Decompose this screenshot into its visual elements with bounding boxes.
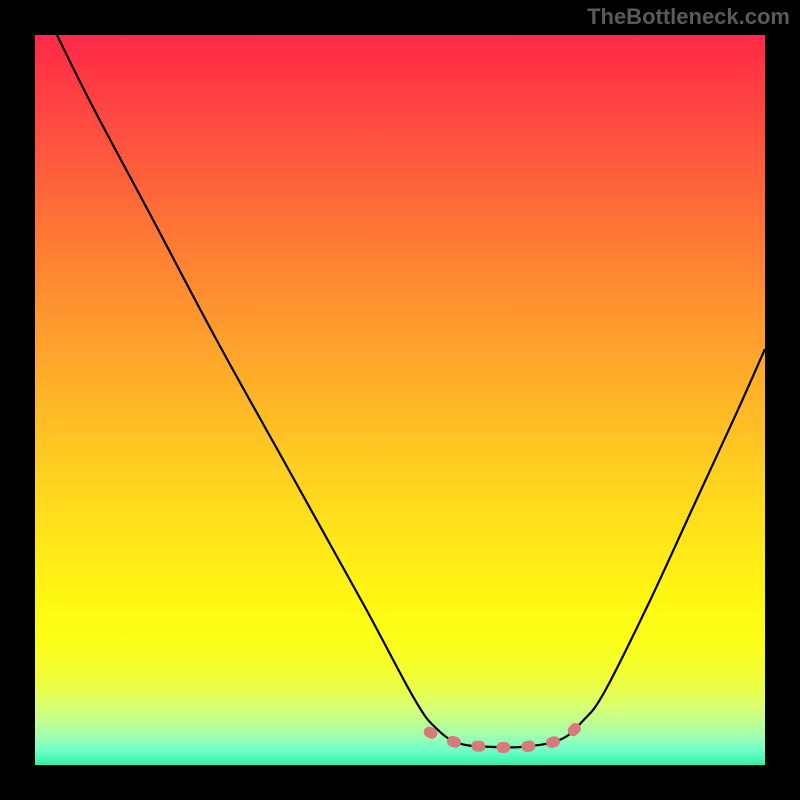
chart-svg bbox=[35, 35, 765, 765]
flat-highlight bbox=[429, 721, 582, 747]
watermark-text: TheBottleneck.com bbox=[587, 4, 790, 30]
bottleneck-curve bbox=[57, 35, 765, 748]
chart-plot-area bbox=[35, 35, 765, 765]
